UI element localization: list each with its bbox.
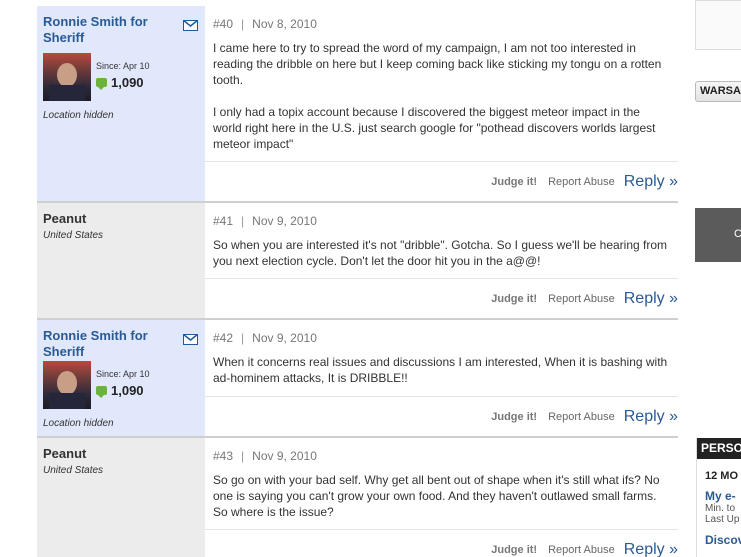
reply-button[interactable]: Reply » <box>624 290 678 308</box>
reply-button[interactable]: Reply » <box>624 541 678 557</box>
reply-button[interactable]: Reply » <box>624 408 678 426</box>
post-body: #42 | Nov 9, 2010 When it concerns real is… <box>205 320 678 436</box>
post-number[interactable]: #41 <box>213 213 233 229</box>
post-date: Nov 8, 2010 <box>252 17 317 31</box>
post-meta: #41 | Nov 9, 2010 <box>213 213 317 229</box>
post-40: Ronnie Smith for Sheriff Since: Apr 10 1… <box>37 6 678 203</box>
post-text: So when you are interested it's not "dri… <box>213 237 670 269</box>
post-author-panel: Peanut United States <box>37 203 205 318</box>
member-since: Since: Apr 10 <box>96 61 150 71</box>
author-location: Location hidden <box>43 418 114 429</box>
post-paragraph: I came here to try to spread the word of… <box>213 41 662 87</box>
avatar[interactable] <box>43 53 91 101</box>
post-paragraph: I only had a topix account because I dis… <box>213 105 656 151</box>
message-bubble-icon <box>96 78 107 90</box>
post-count: 1,090 <box>96 383 144 398</box>
avatar[interactable] <box>43 361 91 409</box>
post-actions: Judge it! Report Abuse Reply » <box>205 396 678 436</box>
post-actions: Judge it! Report Abuse Reply » <box>205 529 678 557</box>
post-paragraph: When it concerns real issues and discuss… <box>213 355 668 385</box>
location-button[interactable]: WARSA <box>695 81 741 102</box>
judge-it-link[interactable]: Judge it! <box>491 411 537 423</box>
reply-button[interactable]: Reply » <box>624 173 678 191</box>
author-location: United States <box>43 465 104 476</box>
right-column-widget <box>695 0 741 50</box>
report-abuse-link[interactable]: Report Abuse <box>548 176 615 188</box>
author-name: Peanut <box>43 446 87 461</box>
post-author-panel: Peanut United States <box>37 438 205 557</box>
post-number[interactable]: #43 <box>213 448 233 464</box>
promo-text: C <box>734 228 741 240</box>
post-41: Peanut United States #41 | Nov 9, 2010 So … <box>37 203 678 320</box>
author-name-link[interactable]: Ronnie Smith for Sheriff <box>43 328 168 360</box>
judge-it-link[interactable]: Judge it! <box>491 544 537 556</box>
member-since: Since: Apr 10 <box>96 369 150 379</box>
message-bubble-icon <box>96 386 107 398</box>
personals-panel: PERSO 12 MO My e- Min. to Last Up Discov <box>696 438 741 557</box>
panel-link[interactable]: Discov <box>705 533 741 547</box>
author-location: Location hidden <box>43 110 114 121</box>
panel-subheading: 12 MO <box>705 470 739 482</box>
dark-promo-box[interactable]: C <box>695 208 741 262</box>
post-actions: Judge it! Report Abuse Reply » <box>205 278 678 318</box>
author-name-link[interactable]: Ronnie Smith for Sheriff <box>43 14 168 46</box>
post-number[interactable]: #40 <box>213 16 233 32</box>
report-abuse-link[interactable]: Report Abuse <box>548 411 615 423</box>
post-text: I came here to try to spread the word of… <box>213 40 670 152</box>
report-abuse-link[interactable]: Report Abuse <box>548 544 615 556</box>
author-name: Peanut <box>43 211 87 226</box>
envelope-icon[interactable] <box>183 334 198 345</box>
post-text: So go on with your bad self. Why get all… <box>213 472 670 520</box>
post-number[interactable]: #42 <box>213 330 233 346</box>
judge-it-link[interactable]: Judge it! <box>491 176 537 188</box>
post-author-panel: Ronnie Smith for Sheriff Since: Apr 10 1… <box>37 320 205 436</box>
panel-link[interactable]: My e- <box>705 489 741 503</box>
panel-header: PERSO <box>697 438 741 459</box>
report-abuse-link[interactable]: Report Abuse <box>548 293 615 305</box>
post-text: When it concerns real issues and discuss… <box>213 354 670 386</box>
post-actions: Judge it! Report Abuse Reply » <box>205 161 678 201</box>
post-meta: #40 | Nov 8, 2010 <box>213 16 317 32</box>
post-42: Ronnie Smith for Sheriff Since: Apr 10 1… <box>37 320 678 438</box>
post-paragraph: So when you are interested it's not "dri… <box>213 238 668 268</box>
post-date: Nov 9, 2010 <box>252 214 317 228</box>
post-body: #43 | Nov 9, 2010 So go on with your bad s… <box>205 438 678 557</box>
post-date: Nov 9, 2010 <box>252 331 317 345</box>
post-body: #41 | Nov 9, 2010 So when you are interest… <box>205 203 678 318</box>
post-body: #40 | Nov 8, 2010 I came here to try to sp… <box>205 6 678 201</box>
post-meta: #42 | Nov 9, 2010 <box>213 330 317 346</box>
post-43: Peanut United States #43 | Nov 9, 2010 So … <box>37 438 678 557</box>
post-count: 1,090 <box>96 75 144 90</box>
envelope-icon[interactable] <box>183 20 198 31</box>
post-meta: #43 | Nov 9, 2010 <box>213 448 317 464</box>
panel-detail: Last Up <box>705 514 740 525</box>
author-location: United States <box>43 230 104 241</box>
post-paragraph: So go on with your bad self. Why get all… <box>213 473 660 519</box>
panel-detail: Min. to <box>705 503 736 514</box>
post-author-panel: Ronnie Smith for Sheriff Since: Apr 10 1… <box>37 6 205 201</box>
judge-it-link[interactable]: Judge it! <box>491 293 537 305</box>
post-date: Nov 9, 2010 <box>252 449 317 463</box>
